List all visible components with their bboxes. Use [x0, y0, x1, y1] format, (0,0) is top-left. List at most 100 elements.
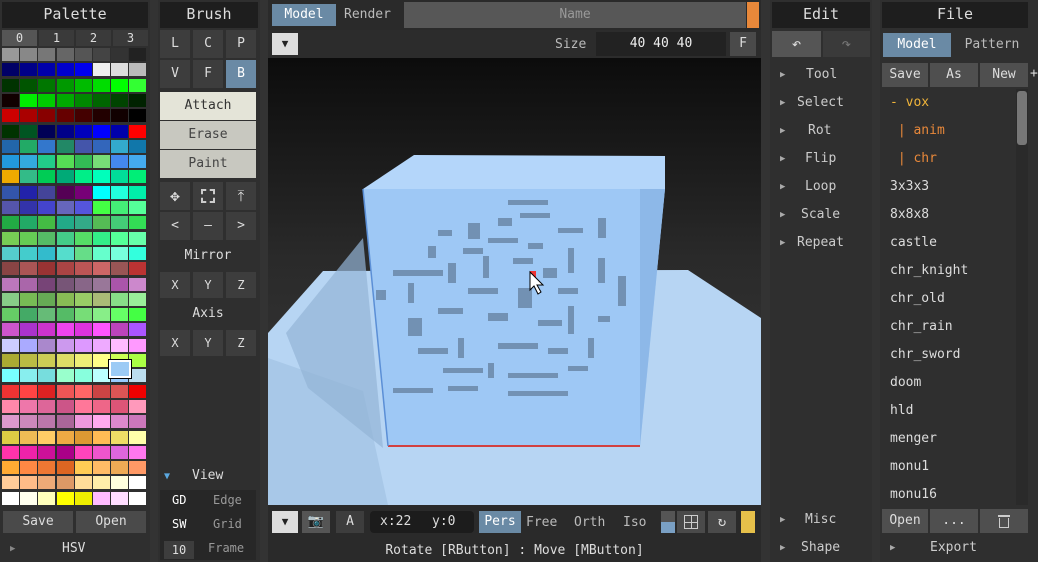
palette-swatch[interactable]: [93, 476, 110, 490]
palette-swatch[interactable]: [38, 231, 56, 245]
palette-swatch[interactable]: [2, 338, 19, 352]
palette-swatch[interactable]: [93, 124, 110, 138]
palette-swatch[interactable]: [129, 430, 147, 444]
palette-swatch[interactable]: [2, 415, 19, 429]
palette-swatch[interactable]: [74, 246, 92, 260]
mirror-z[interactable]: Z: [226, 272, 256, 298]
palette-swatch[interactable]: [20, 461, 38, 475]
palette-swatch[interactable]: [129, 139, 147, 153]
size-value[interactable]: 40 40 40: [596, 32, 726, 56]
palette-selected-swatch[interactable]: [108, 359, 132, 379]
palette-swatch[interactable]: [38, 139, 56, 153]
palette-swatch[interactable]: [129, 277, 147, 291]
tree-item-chr[interactable]: | chr: [890, 145, 937, 173]
palette-swatch[interactable]: [111, 445, 129, 459]
palette-swatch[interactable]: [56, 399, 74, 413]
palette-swatch[interactable]: [129, 124, 147, 138]
palette-swatch[interactable]: [93, 216, 110, 230]
palette-swatch[interactable]: [93, 445, 110, 459]
palette-swatch[interactable]: [56, 445, 74, 459]
palette-swatch[interactable]: [93, 201, 110, 214]
palette-swatch[interactable]: [38, 476, 56, 490]
palette-swatch[interactable]: [74, 445, 92, 459]
palette-swatch[interactable]: [2, 323, 19, 337]
palette-swatch[interactable]: [20, 155, 38, 169]
palette-swatch[interactable]: [56, 354, 74, 367]
palette-swatch[interactable]: [129, 109, 147, 123]
file-item[interactable]: castle: [890, 229, 937, 257]
palette-swatch[interactable]: [56, 308, 74, 322]
palette-swatch[interactable]: [129, 354, 147, 367]
palette-swatch[interactable]: [111, 430, 129, 444]
palette-swatch[interactable]: [93, 430, 110, 444]
attach-button[interactable]: Attach: [160, 92, 256, 120]
palette-swatch[interactable]: [20, 78, 38, 92]
palette-swatch[interactable]: [2, 308, 19, 322]
palette-swatch[interactable]: [2, 48, 19, 61]
palette-swatch[interactable]: [74, 109, 92, 123]
palette-swatch[interactable]: [56, 216, 74, 230]
palette-swatch[interactable]: [129, 415, 147, 429]
palette-swatch[interactable]: [93, 292, 110, 306]
file-item[interactable]: chr_old: [890, 285, 945, 313]
palette-swatch[interactable]: [20, 384, 38, 398]
palette-swatch[interactable]: [20, 139, 38, 153]
palette-swatch[interactable]: [56, 139, 74, 153]
palette-swatch[interactable]: [56, 277, 74, 291]
palette-swatch[interactable]: [129, 292, 147, 306]
palette-swatch[interactable]: [20, 246, 38, 260]
edit-item-shape[interactable]: ▶ Shape: [770, 534, 872, 562]
erase-button[interactable]: Erase: [160, 121, 256, 149]
palette-swatch[interactable]: [74, 461, 92, 475]
palette-swatch[interactable]: [2, 216, 19, 230]
hsv-expander[interactable]: ▶ HSV: [0, 538, 150, 560]
palette-swatch[interactable]: [20, 63, 38, 77]
palette-swatch[interactable]: [38, 384, 56, 398]
palette-swatch[interactable]: [74, 124, 92, 138]
select-box-icon[interactable]: [193, 182, 223, 210]
palette-swatch[interactable]: [111, 124, 129, 138]
palette-swatch[interactable]: [2, 63, 19, 77]
palette-swatch[interactable]: [129, 384, 147, 398]
palette-swatch[interactable]: [20, 338, 38, 352]
palette-swatch[interactable]: [56, 48, 74, 61]
axis-x[interactable]: X: [160, 330, 190, 356]
palette-swatch[interactable]: [111, 139, 129, 153]
palette-swatch[interactable]: [2, 155, 19, 169]
undo-icon[interactable]: ↶: [772, 31, 821, 57]
view-mode-iso[interactable]: Iso: [623, 515, 646, 530]
palette-swatch[interactable]: [38, 354, 56, 367]
file-item[interactable]: monu1: [890, 453, 929, 481]
palette-swatch[interactable]: [38, 78, 56, 92]
palette-swatch[interactable]: [129, 338, 147, 352]
paint-button[interactable]: Paint: [160, 150, 256, 178]
mirror-y[interactable]: Y: [193, 272, 223, 298]
view-mode-free[interactable]: Free: [526, 515, 557, 530]
palette-swatch[interactable]: [2, 476, 19, 490]
file-open-button[interactable]: Open: [882, 509, 928, 533]
palette-swatch[interactable]: [56, 262, 74, 276]
palette-swatch[interactable]: [38, 170, 56, 184]
edit-item-loop[interactable]: ▶ Loop: [770, 173, 872, 201]
palette-swatch[interactable]: [56, 124, 74, 138]
palette-swatch[interactable]: [93, 384, 110, 398]
name-field[interactable]: Name: [404, 2, 746, 28]
palette-swatch[interactable]: [20, 48, 38, 61]
file-item[interactable]: 3x3x3: [890, 173, 929, 201]
edit-item-scale[interactable]: ▶ Scale: [770, 201, 872, 229]
palette-swatch[interactable]: [2, 124, 19, 138]
arrow-right-icon[interactable]: >: [226, 212, 256, 240]
palette-swatch[interactable]: [20, 93, 38, 107]
palette-swatch[interactable]: [74, 415, 92, 429]
palette-swatch[interactable]: [129, 48, 147, 61]
palette-swatch[interactable]: [2, 369, 19, 383]
axis-z[interactable]: Z: [226, 330, 256, 356]
axis-y[interactable]: Y: [193, 330, 223, 356]
palette-swatch[interactable]: [111, 216, 129, 230]
palette-swatch[interactable]: [38, 93, 56, 107]
palette-swatch[interactable]: [93, 185, 110, 199]
palette-swatch[interactable]: [93, 78, 110, 92]
palette-swatch[interactable]: [129, 93, 147, 107]
tab-model[interactable]: Model: [272, 4, 336, 26]
palette-swatch[interactable]: [56, 231, 74, 245]
